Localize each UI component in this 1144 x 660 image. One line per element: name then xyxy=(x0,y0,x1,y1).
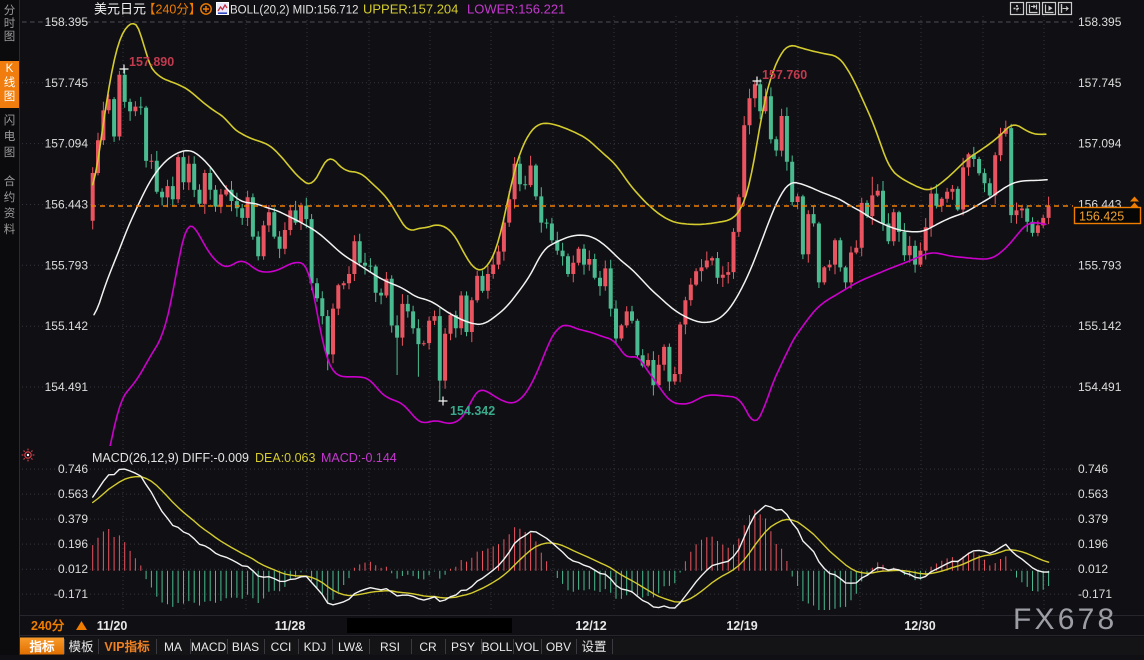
svg-text:11/28: 11/28 xyxy=(275,619,306,633)
svg-text:155.142: 155.142 xyxy=(1078,319,1122,333)
svg-text:OBV: OBV xyxy=(546,640,571,654)
svg-text:-0.171: -0.171 xyxy=(1078,587,1112,601)
svg-text:【240分】: 【240分】 xyxy=(143,3,201,17)
svg-text:0.379: 0.379 xyxy=(1078,512,1108,526)
svg-text:MACD(26,12,9) DIFF:-0.009: MACD(26,12,9) DIFF:-0.009 xyxy=(92,451,249,465)
svg-text:157.760: 157.760 xyxy=(762,68,807,82)
svg-text:图: 图 xyxy=(4,146,16,159)
svg-text:0.563: 0.563 xyxy=(58,487,88,501)
svg-text:VIP指标: VIP指标 xyxy=(104,639,150,654)
svg-text:图: 图 xyxy=(4,90,16,103)
svg-text:156.443: 156.443 xyxy=(45,198,89,212)
svg-text:158.395: 158.395 xyxy=(1078,15,1122,29)
svg-text:0.012: 0.012 xyxy=(1078,562,1108,576)
svg-text:合: 合 xyxy=(4,174,16,188)
svg-text:料: 料 xyxy=(4,222,16,236)
svg-text:FX678: FX678 xyxy=(1013,603,1117,636)
svg-text:PSY: PSY xyxy=(451,640,475,654)
svg-text:0.196: 0.196 xyxy=(58,537,88,551)
svg-text:157.745: 157.745 xyxy=(1078,76,1122,90)
svg-text:0.379: 0.379 xyxy=(58,512,88,526)
svg-text:154.491: 154.491 xyxy=(1078,380,1122,394)
svg-text:0.012: 0.012 xyxy=(58,562,88,576)
svg-text:分: 分 xyxy=(4,4,16,17)
svg-text:0.746: 0.746 xyxy=(1078,462,1108,476)
svg-text:LW&: LW& xyxy=(338,640,363,654)
svg-text:154.491: 154.491 xyxy=(45,380,89,394)
svg-text:MACD:-0.144: MACD:-0.144 xyxy=(321,451,397,465)
svg-text:157.745: 157.745 xyxy=(45,76,89,90)
svg-text:模板: 模板 xyxy=(68,640,94,654)
svg-text:240分: 240分 xyxy=(31,618,65,633)
svg-text:154.342: 154.342 xyxy=(450,404,495,418)
svg-text:0.196: 0.196 xyxy=(1078,537,1108,551)
svg-text:MA: MA xyxy=(164,640,182,654)
svg-text:闪: 闪 xyxy=(4,113,16,127)
svg-text:RSI: RSI xyxy=(380,640,400,654)
svg-text:155.793: 155.793 xyxy=(45,258,89,272)
svg-text:157.094: 157.094 xyxy=(45,137,89,151)
svg-text:BOLL: BOLL xyxy=(482,640,513,654)
svg-text:资: 资 xyxy=(4,207,16,220)
svg-text:DEA:0.063: DEA:0.063 xyxy=(255,451,316,465)
svg-text:155.793: 155.793 xyxy=(1078,258,1122,272)
svg-text:12/12: 12/12 xyxy=(575,619,606,633)
svg-text:CCI: CCI xyxy=(271,640,292,654)
svg-text:K: K xyxy=(6,63,14,75)
svg-text:156.425: 156.425 xyxy=(1079,210,1124,224)
svg-text:LOWER:156.221: LOWER:156.221 xyxy=(467,2,565,17)
svg-text:12/30: 12/30 xyxy=(904,619,935,633)
svg-text:MACD: MACD xyxy=(191,640,227,654)
svg-text:美元日元: 美元日元 xyxy=(94,2,146,17)
svg-text:指标: 指标 xyxy=(29,639,55,654)
svg-text:155.142: 155.142 xyxy=(45,319,89,333)
svg-text:图: 图 xyxy=(4,30,16,43)
svg-text:BIAS: BIAS xyxy=(232,640,259,654)
svg-text:BOLL(20,2) MID:156.712: BOLL(20,2) MID:156.712 xyxy=(230,5,359,17)
svg-text:设置: 设置 xyxy=(581,639,606,654)
svg-text:12/19: 12/19 xyxy=(726,619,757,633)
svg-text:KDJ: KDJ xyxy=(304,640,327,654)
svg-text:-0.171: -0.171 xyxy=(54,587,88,601)
svg-text:UPPER:157.204: UPPER:157.204 xyxy=(363,2,458,17)
svg-text:线: 线 xyxy=(4,75,16,89)
svg-text:157.094: 157.094 xyxy=(1078,137,1122,151)
svg-text:0.563: 0.563 xyxy=(1078,487,1108,501)
svg-text:CR: CR xyxy=(419,640,437,654)
svg-text:157.890: 157.890 xyxy=(129,55,174,69)
svg-text:电: 电 xyxy=(4,130,16,143)
svg-text:VOL: VOL xyxy=(515,640,539,654)
svg-text:时: 时 xyxy=(4,17,16,30)
svg-text:0.746: 0.746 xyxy=(58,462,88,476)
svg-text:约: 约 xyxy=(4,190,16,204)
svg-text:11/20: 11/20 xyxy=(97,619,128,633)
svg-text:158.395: 158.395 xyxy=(45,15,89,29)
